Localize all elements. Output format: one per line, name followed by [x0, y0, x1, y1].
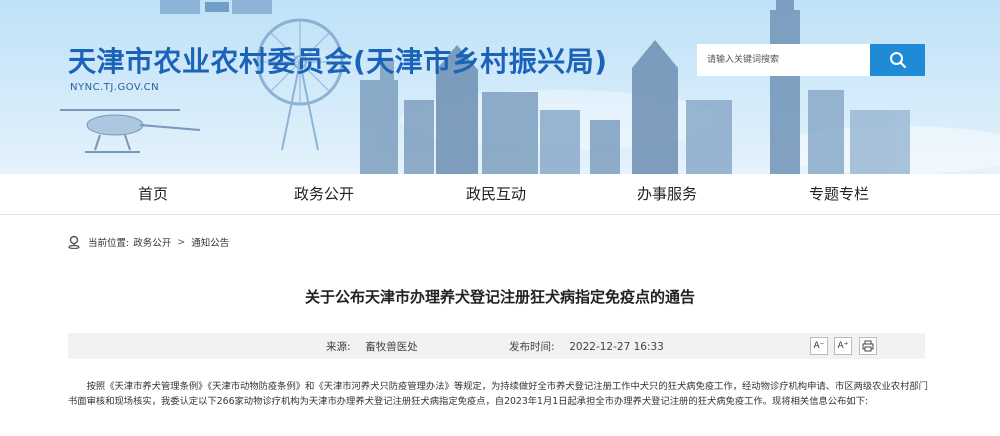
header-banner: 天津市农业农村委员会(天津市乡村振兴局) NYNC.TJ.GOV.CN: [0, 0, 1000, 174]
nav-item-special-topics[interactable]: 专题专栏: [779, 174, 899, 215]
breadcrumb-separator: >: [177, 236, 186, 248]
date-label: 发布时间:: [509, 341, 555, 353]
location-pin-icon: [68, 235, 80, 249]
search-input[interactable]: [697, 44, 870, 76]
search-icon: [889, 52, 906, 69]
nav-item-government-affairs[interactable]: 政务公开: [264, 174, 384, 215]
source-label: 来源:: [326, 341, 351, 353]
search-button[interactable]: [870, 44, 925, 76]
breadcrumb-link-notices[interactable]: 通知公告: [191, 235, 229, 249]
date-value: 2022-12-27 16:33: [569, 341, 664, 353]
site-domain: NYNC.TJ.GOV.CN: [70, 82, 160, 93]
article-body: 按照《天津市养犬管理条例》《天津市动物防疫条例》和《天津市河养犬只防疫管理办法》…: [68, 379, 928, 409]
article-meta-bar: 来源: 畜牧兽医处 发布时间: 2022-12-27 16:33 A⁻ A⁺: [68, 333, 925, 359]
print-icon: [862, 340, 874, 352]
font-increase-button[interactable]: A⁺: [834, 337, 852, 355]
breadcrumb-prefix: 当前位置:: [88, 238, 130, 249]
breadcrumb: 当前位置: 政务公开 > 通知公告: [68, 234, 229, 250]
source-value: 畜牧兽医处: [365, 341, 418, 353]
site-title[interactable]: 天津市农业农村委员会(天津市乡村振兴局): [68, 40, 608, 80]
nav-item-home[interactable]: 首页: [93, 174, 213, 215]
nav-item-services[interactable]: 办事服务: [607, 174, 727, 215]
article-source: 来源: 畜牧兽医处: [326, 339, 418, 354]
print-button[interactable]: [859, 337, 877, 355]
article-title: 关于公布天津市办理养犬登记注册狂犬病指定免疫点的通告: [304, 288, 695, 306]
article-date: 发布时间: 2022-12-27 16:33: [509, 339, 664, 354]
search-box: [697, 44, 925, 76]
article-paragraph: 按照《天津市养犬管理条例》《天津市动物防疫条例》和《天津市河养犬只防疫管理办法》…: [68, 381, 928, 407]
font-decrease-button[interactable]: A⁻: [810, 337, 828, 355]
nav-item-public-interaction[interactable]: 政民互动: [436, 174, 556, 215]
main-nav: 首页 政务公开 政民互动 办事服务 专题专栏: [0, 174, 1000, 215]
breadcrumb-link-government-affairs[interactable]: 政务公开: [133, 235, 171, 249]
